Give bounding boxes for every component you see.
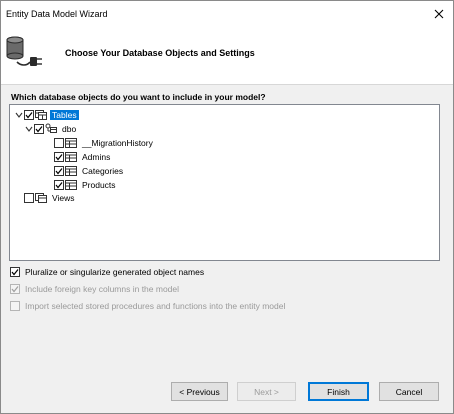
tree-node-table-item[interactable]: Categories — [54, 164, 125, 177]
tree-node-table-item[interactable]: __MigrationHistory — [54, 136, 155, 149]
checkmark-icon — [35, 125, 43, 132]
checkmark-icon — [55, 181, 63, 188]
pluralize-checkbox[interactable] — [10, 267, 20, 277]
close-button[interactable] — [429, 4, 449, 24]
import-procs-label: Import selected stored procedures and fu… — [25, 301, 286, 311]
table-icon — [65, 165, 77, 176]
database-connector-icon — [5, 35, 45, 69]
pluralize-option[interactable]: Pluralize or singularize generated objec… — [10, 266, 204, 278]
products-checkbox[interactable] — [54, 179, 64, 190]
table-icon — [65, 179, 77, 190]
import-procs-option[interactable]: Import selected stored procedures and fu… — [10, 300, 285, 312]
close-icon — [434, 9, 444, 19]
database-objects-tree[interactable]: Tables dbo __MigrationHistory Admins Cat… — [9, 104, 440, 261]
tree-label-tables: Tables — [50, 109, 79, 120]
title-bar: Entity Data Model Wizard — [1, 1, 453, 27]
finish-button[interactable]: Finish — [308, 382, 369, 401]
next-button[interactable]: Next > — [237, 382, 296, 401]
tables-folder-icon — [35, 109, 47, 120]
checkmark-icon — [55, 167, 63, 174]
table-icon — [65, 151, 77, 162]
tree-node-table-item[interactable]: Admins — [54, 150, 112, 163]
tree-label-table: Products — [82, 179, 116, 190]
foreign-keys-label: Include foreign key columns in the model — [25, 284, 180, 294]
checkmark-icon — [11, 269, 19, 276]
schema-icon — [45, 123, 57, 134]
pluralize-label: Pluralize or singularize generated objec… — [25, 267, 205, 277]
checkmark-icon — [55, 153, 63, 160]
tree-label-views: Views — [52, 192, 75, 203]
window-title: Entity Data Model Wizard — [6, 9, 108, 19]
previous-button[interactable]: < Previous — [171, 382, 228, 401]
table-icon — [65, 137, 77, 148]
tree-label-table: __MigrationHistory — [82, 137, 153, 148]
import-procs-checkbox[interactable] — [10, 301, 20, 311]
dbo-checkbox[interactable] — [34, 123, 44, 134]
tree-label-dbo: dbo — [62, 123, 77, 134]
migrationhistory-checkbox[interactable] — [54, 137, 64, 148]
tree-label-table: Categories — [82, 165, 124, 176]
tree-label-table: Admins — [82, 151, 111, 162]
admins-checkbox[interactable] — [54, 151, 64, 162]
views-folder-icon — [35, 192, 47, 203]
categories-checkbox[interactable] — [54, 165, 64, 176]
checkmark-icon — [11, 286, 19, 293]
entity-data-model-wizard-window: Entity Data Model Wizard Choose Your Dat… — [0, 0, 454, 414]
tree-node-views[interactable]: Views — [24, 191, 77, 204]
tree-node-table-item[interactable]: Products — [54, 178, 118, 191]
checkmark-icon — [25, 111, 33, 118]
collapse-chevron-icon[interactable] — [14, 110, 23, 119]
tree-node-dbo[interactable]: dbo — [24, 122, 78, 135]
tree-node-tables[interactable]: Tables — [14, 108, 79, 121]
tables-checkbox[interactable] — [24, 109, 34, 120]
foreign-keys-checkbox[interactable] — [10, 284, 20, 294]
foreign-keys-option[interactable]: Include foreign key columns in the model — [10, 283, 179, 295]
views-checkbox[interactable] — [24, 192, 34, 203]
wizard-header: Choose Your Database Objects and Setting… — [1, 27, 453, 85]
collapse-chevron-icon[interactable] — [24, 124, 33, 133]
cancel-button[interactable]: Cancel — [379, 382, 439, 401]
objects-question-label: Which database objects do you want to in… — [11, 92, 266, 102]
page-title: Choose Your Database Objects and Setting… — [65, 48, 255, 58]
